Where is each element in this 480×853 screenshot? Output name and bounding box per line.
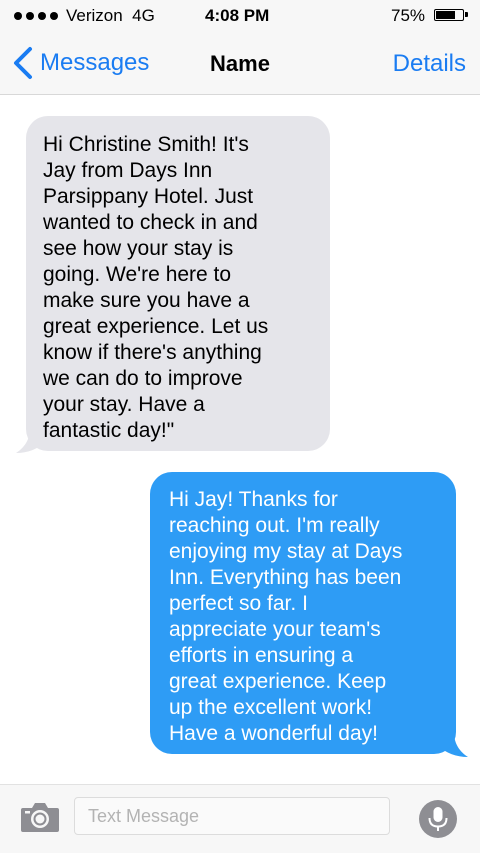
carrier-name: Verizon [66,6,123,25]
camera-icon[interactable] [20,801,60,833]
carrier-info: Verizon 4G [66,6,155,26]
message-bubble-outgoing: Hi Jay! Thanks for reaching out. I'm rea… [150,472,456,754]
microphone-icon[interactable] [418,799,458,839]
battery-percent: 75% [391,6,426,25]
status-bar: Verizon 4G 4:08 PM 75% [0,0,480,32]
text-message-input[interactable] [74,797,390,835]
message-composer [0,784,480,853]
signal-dots-icon [14,12,58,20]
status-time: 4:08 PM [205,6,270,25]
network-type: 4G [132,6,155,25]
nav-bar: Messages Name Details [0,32,480,95]
message-bubble-incoming: Hi Christine Smith! It's Jay from Days I… [26,116,330,451]
details-button[interactable]: Details [393,50,466,78]
battery-icon [434,9,468,21]
